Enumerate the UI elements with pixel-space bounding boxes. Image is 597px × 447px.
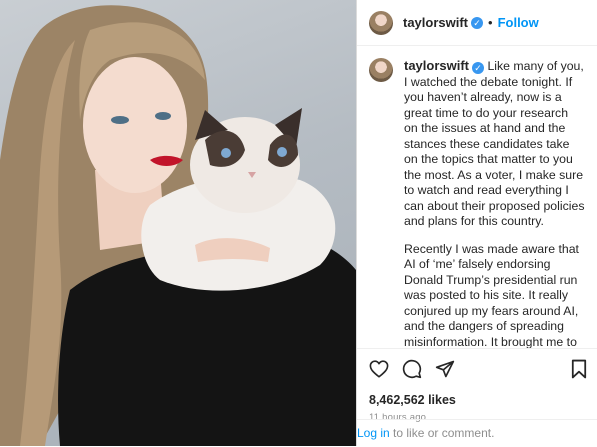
avatar[interactable] [369,10,393,35]
like-count[interactable]: 8,462,562 likes [357,381,597,407]
separator-dot: • [488,15,493,30]
caption-area[interactable]: taylorswift ✓ Like many of you, I watched… [357,46,597,348]
comment-icon[interactable] [402,359,422,379]
caption-text: taylorswift ✓ Like many of you, I watched… [404,58,585,348]
login-bar: Log in to like or comment. [357,419,597,447]
verified-badge-icon: ✓ [471,16,484,29]
instagram-post: taylorswift ✓ • Follow taylorswift ✓ Like… [0,0,597,446]
caption-avatar[interactable] [369,58,393,82]
caption-paragraph-2: Recently I was made aware that AI of ‘me… [404,241,579,349]
paper-plane-icon[interactable] [435,359,455,379]
verified-badge-icon: ✓ [472,62,485,74]
heart-icon[interactable] [369,360,389,378]
login-link[interactable]: Log in [357,426,390,440]
post-header: taylorswift ✓ • Follow [357,0,597,46]
caption-paragraph-1: taylorswift ✓ Like many of you, I watched… [404,58,585,230]
post-photo[interactable] [0,0,356,446]
caption-paragraph-1-text: Like many of you, I watched the debate t… [404,59,585,228]
caption-username[interactable]: taylorswift [404,58,469,73]
login-prompt-text: to like or comment. [389,426,495,440]
action-bar [357,349,597,381]
portrait-illustration [0,5,356,446]
header-username[interactable]: taylorswift [403,15,468,30]
post-sidebar: taylorswift ✓ • Follow taylorswift ✓ Like… [356,0,597,446]
actions-area: 8,462,562 likes 11 hours ago [357,348,597,423]
follow-button[interactable]: Follow [498,15,539,30]
bookmark-icon[interactable] [571,359,587,379]
caption-row: taylorswift ✓ Like many of you, I watched… [357,46,597,348]
